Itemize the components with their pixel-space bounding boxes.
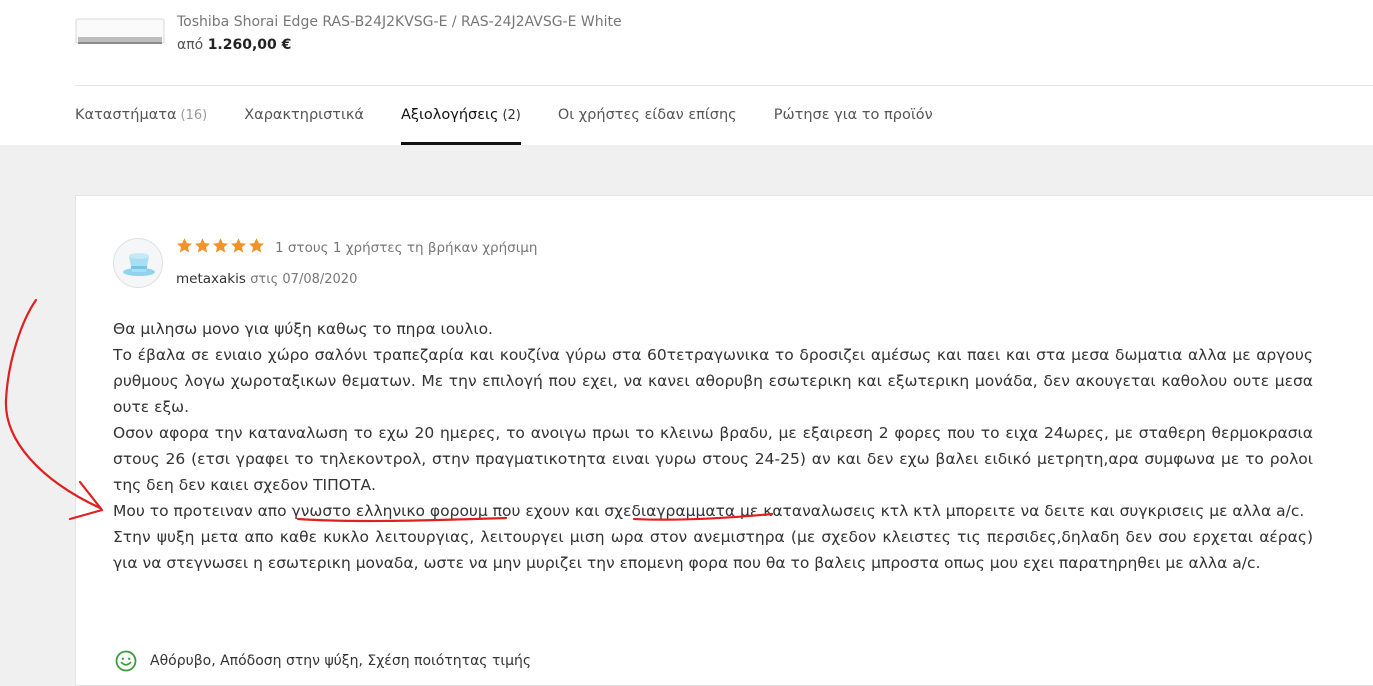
- tab-count: (16): [180, 108, 208, 123]
- tab-ask-question[interactable]: Ρώτησε για το προϊόν: [774, 86, 933, 145]
- star-icon: [177, 238, 192, 253]
- review-paragraph: Μου το προτειναν απο γνωστο ελληνικο φορ…: [113, 502, 1305, 520]
- review-body: Θα μιλησω μονο για ψύξη καθως το πηρα ιο…: [113, 316, 1313, 576]
- helpful-count: 1 στους 1 χρήστες τη βρήκαν χρήσιμη: [275, 240, 538, 256]
- product-tabs: Καταστήματα (16) Χαρακτηριστικά Αξιολογήσ…: [75, 86, 970, 145]
- price-value: 1.260,00 €: [207, 37, 292, 53]
- pros-text: Αθόρυβο, Απόδοση στην ψύξη, Σχέση ποιότη…: [150, 653, 532, 669]
- price-prefix: από: [177, 37, 204, 53]
- review-pros: Αθόρυβο, Απόδοση στην ψύξη, Σχέση ποιότη…: [115, 650, 531, 672]
- tab-count: (2): [502, 108, 521, 123]
- review-paragraph: Οσον αφορα την καταναλωση το εχω 20 ημερ…: [113, 424, 1313, 494]
- review-paragraph: Το έβαλα σε ενιαιο χώρο σαλόνι τραπεζαρί…: [113, 346, 1313, 416]
- star-icon: [249, 238, 264, 253]
- product-price: από 1.260,00 €: [177, 37, 291, 53]
- author-name[interactable]: metaxakis: [176, 271, 246, 287]
- tab-label: Ρώτησε για το προϊόν: [773, 107, 933, 123]
- tab-also-viewed[interactable]: Οι χρήστες είδαν επίσης: [558, 86, 737, 145]
- product-thumbnail[interactable]: [75, 17, 165, 47]
- tab-label: Οι χρήστες είδαν επίσης: [557, 107, 737, 123]
- rating-stars: [176, 237, 265, 254]
- tab-label: Χαρακτηριστικά: [244, 107, 364, 123]
- star-icon: [231, 238, 246, 253]
- star-icon: [213, 238, 228, 253]
- avatar[interactable]: [113, 238, 163, 288]
- product-header: Toshiba Shorai Edge RAS-B24J2KVSG-E / RA…: [0, 0, 1373, 145]
- avatar-hat-icon: [123, 253, 155, 276]
- review-paragraph: Θα μιλησω μονο για ψύξη καθως το πηρα ιο…: [113, 320, 493, 338]
- tab-label: Αξιολογήσεις: [401, 107, 499, 123]
- star-icon: [195, 238, 210, 253]
- tab-label: Καταστήματα: [75, 107, 177, 123]
- tab-stores[interactable]: Καταστήματα (16): [75, 86, 207, 145]
- smile-icon: [115, 650, 137, 672]
- review-paragraph: Στην ψυξη μετα απο καθε κυκλο λειτουργια…: [113, 528, 1313, 572]
- tab-reviews[interactable]: Αξιολογήσεις (2): [401, 86, 521, 145]
- product-title[interactable]: Toshiba Shorai Edge RAS-B24J2KVSG-E / RA…: [177, 14, 622, 30]
- review-date: στις 07/08/2020: [250, 272, 358, 287]
- review-author: metaxakis στις 07/08/2020: [176, 271, 357, 287]
- tab-specs[interactable]: Χαρακτηριστικά: [244, 86, 364, 145]
